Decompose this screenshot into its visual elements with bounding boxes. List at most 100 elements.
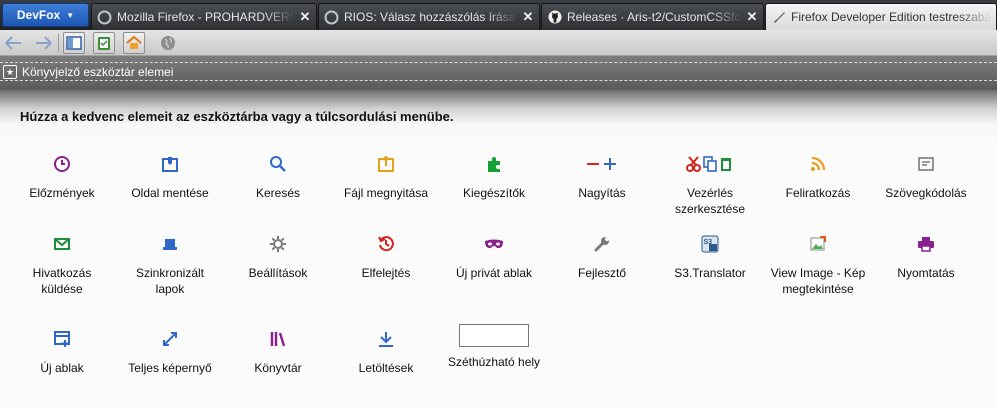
palette-item-s3-translator[interactable]: S3 S3.Translator	[650, 234, 770, 281]
chevron-down-icon: ▼	[66, 10, 75, 20]
palette-item-label: Oldal mentése	[131, 186, 209, 200]
bookmarks-toolbar-items[interactable]: ★ Könyvjelző eszköztár elemei	[3, 65, 173, 79]
clipboard-button[interactable]	[93, 32, 115, 54]
palette-item-label: Keresés	[255, 186, 301, 200]
globe-icon	[161, 36, 175, 50]
palette-item-label: Elfelejtés	[361, 266, 411, 280]
palette-item-search[interactable]: Keresés	[218, 154, 338, 201]
zoom-icon	[585, 154, 619, 174]
palette-item-label: Szövegkódolás	[885, 186, 967, 200]
palette-item-developer[interactable]: Fejlesztő	[542, 234, 662, 281]
print-icon	[916, 234, 936, 254]
home-icon	[126, 35, 142, 49]
customize-palette: Húzza a kedvenc elemeit az eszköztárba v…	[0, 90, 997, 407]
new-window-icon	[52, 329, 72, 349]
loading-ring-icon	[97, 10, 112, 25]
edit-controls-icon	[685, 154, 735, 174]
downloads-icon	[376, 329, 396, 349]
bookmarks-toolbar: ★ Könyvjelző eszköztár elemei	[0, 56, 997, 90]
palette-item-history[interactable]: Előzmények	[2, 154, 122, 201]
palette-item-settings[interactable]: Beállítások	[218, 234, 338, 281]
palette-item-label: Új ablak	[40, 361, 84, 375]
toolbar-separator	[58, 34, 59, 52]
fullscreen-icon	[160, 329, 180, 349]
palette-item-addons[interactable]: Kiegészítők	[434, 154, 554, 201]
s3-translator-icon: S3	[700, 234, 720, 254]
palette-item-view-image[interactable]: View Image - Kép megtekintése	[758, 234, 878, 297]
tab-rios[interactable]: RIOS: Válasz hozzászólás írása - Téma ✕	[318, 3, 540, 30]
bookmarks-toolbar-label: Könyvjelző eszköztár elemei	[22, 65, 174, 79]
customize-brush-icon	[771, 10, 786, 25]
text-encoding-icon	[916, 154, 936, 174]
sidebar-icon	[66, 36, 82, 50]
palette-item-private-window[interactable]: Új privát ablak	[434, 234, 554, 281]
app-menu-button[interactable]: DevFox ▼	[2, 3, 89, 27]
close-tab-icon[interactable]: ✕	[521, 9, 535, 25]
tab-title: RIOS: Válasz hozzászólás írása - Téma	[344, 10, 518, 24]
save-page-icon	[160, 154, 180, 174]
forward-button[interactable]	[32, 32, 54, 54]
clipboard-icon	[98, 37, 110, 50]
search-icon	[268, 154, 288, 174]
app-menu-label: DevFox	[16, 8, 61, 22]
palette-item-email-link[interactable]: Hivatkozás küldése	[2, 234, 122, 297]
palette-item-text-encoding[interactable]: Szövegkódolás	[866, 154, 986, 201]
palette-item-label: Nagyítás	[578, 186, 626, 200]
close-tab-icon[interactable]: ✕	[298, 9, 312, 25]
sidebar-button[interactable]	[63, 32, 85, 54]
tab-title: Mozilla Firefox - PROHARDVER! Hozzászólá…	[117, 10, 295, 24]
home-button[interactable]	[123, 32, 145, 54]
palette-item-label: Előzmények	[29, 186, 95, 200]
private-window-icon	[484, 234, 504, 254]
palette-item-subscribe[interactable]: Feliratkozás	[758, 154, 878, 201]
forget-icon	[376, 234, 396, 254]
loading-ring-icon	[324, 10, 339, 25]
palette-item-label: Fájl megnyitása	[343, 186, 429, 200]
palette-item-label: Letöltések	[358, 361, 414, 375]
tab-releases[interactable]: Releases · Aris-t2/CustomCSSforFx ✕	[541, 3, 764, 30]
drop-zone-border	[0, 62, 997, 63]
palette-item-fullscreen[interactable]: Teljes képernyő	[110, 329, 230, 376]
palette-item-edit-controls[interactable]: Vezérlés szerkesztése	[650, 154, 770, 217]
web-globe-button[interactable]	[157, 32, 179, 54]
palette-item-label: Széthúzható hely	[447, 355, 541, 369]
palette-item-label: Vezérlés szerkesztése	[674, 186, 746, 216]
palette-item-label: Nyomtatás	[897, 266, 955, 280]
bookmark-star-icon: ★	[3, 65, 17, 79]
tab-title: Firefox Developer Edition testreszabása	[791, 10, 992, 24]
close-tab-icon[interactable]: ✕	[745, 9, 759, 25]
tab-prohardver[interactable]: Mozilla Firefox - PROHARDVER! Hozzászólá…	[91, 3, 317, 30]
open-file-icon	[376, 154, 396, 174]
back-arrow-icon	[5, 36, 21, 50]
palette-item-label: Hivatkozás küldése	[32, 266, 92, 296]
palette-item-label: Beállítások	[248, 266, 308, 280]
palette-item-label: View Image - Kép megtekintése	[770, 266, 866, 296]
history-icon	[52, 154, 72, 174]
palette-item-label: Könyvtár	[254, 361, 302, 375]
palette-item-downloads[interactable]: Letöltések	[326, 329, 446, 376]
tab-customize[interactable]: Firefox Developer Edition testreszabása	[765, 3, 997, 30]
palette-item-forget[interactable]: Elfelejtés	[326, 234, 446, 281]
palette-item-print[interactable]: Nyomtatás	[866, 234, 986, 281]
email-link-icon	[52, 234, 72, 254]
palette-item-new-window[interactable]: Új ablak	[2, 329, 122, 376]
palette-instruction: Húzza a kedvenc elemeit az eszköztárba v…	[20, 109, 454, 124]
palette-item-library[interactable]: Könyvtár	[218, 329, 338, 376]
drop-zone-border	[0, 80, 997, 81]
palette-item-flexible-space[interactable]: Széthúzható hely	[434, 324, 554, 370]
palette-item-label: Fejlesztő	[577, 266, 627, 280]
palette-item-save-page[interactable]: Oldal mentése	[110, 154, 230, 201]
feed-icon	[808, 154, 828, 174]
palette-item-zoom[interactable]: Nagyítás	[542, 154, 662, 201]
navigation-toolbar	[0, 30, 997, 56]
palette-item-open-file[interactable]: Fájl megnyitása	[326, 154, 446, 201]
palette-item-label: Új privát ablak	[455, 266, 533, 280]
settings-gear-icon	[268, 234, 288, 254]
view-image-icon	[808, 234, 828, 254]
synced-tabs-icon	[160, 234, 180, 254]
forward-arrow-icon	[36, 36, 52, 50]
library-icon	[268, 329, 288, 349]
palette-item-synced-tabs[interactable]: Szinkronizált lapok	[110, 234, 230, 297]
back-button[interactable]	[3, 32, 25, 54]
github-icon	[547, 10, 562, 25]
